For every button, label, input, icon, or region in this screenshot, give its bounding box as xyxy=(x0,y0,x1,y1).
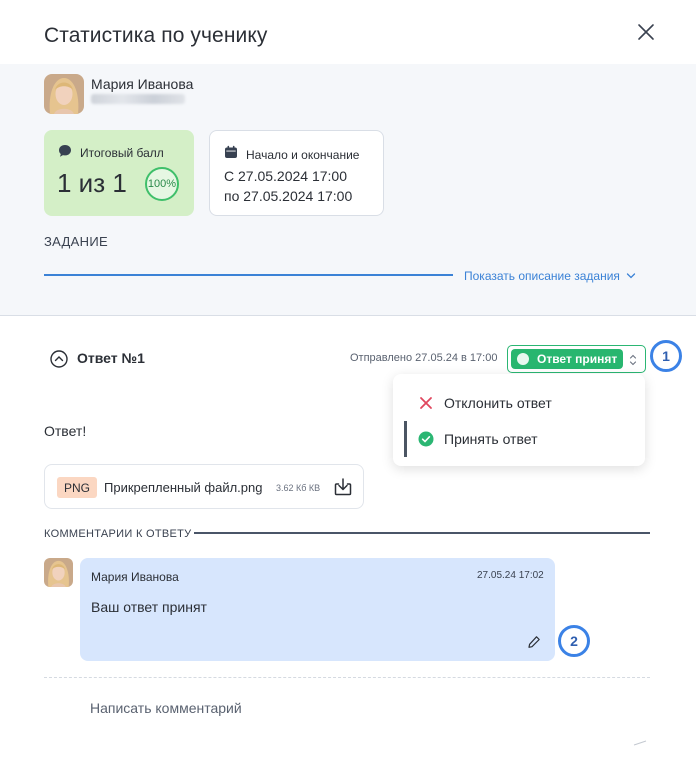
comment-input[interactable] xyxy=(90,693,630,723)
chevron-updown-icon xyxy=(629,354,637,366)
comment-date: 27.05.24 17:02 xyxy=(477,570,544,581)
chevron-up-circle-icon[interactable] xyxy=(50,350,68,368)
comment-avatar xyxy=(44,558,73,587)
show-task-description-link[interactable]: Показать описание задания xyxy=(464,269,636,283)
date-card: Начало и окончание С 27.05.2024 17:00 по… xyxy=(209,130,384,216)
callout-marker-1: 1 xyxy=(650,340,682,372)
menu-item-reject-answer[interactable]: Отклонить ответ xyxy=(393,385,645,421)
chat-bubble-icon xyxy=(59,145,71,157)
answer-status-select[interactable]: Ответ принят xyxy=(507,345,646,373)
answer-sent-at: Отправлено 27.05.24 в 17:00 xyxy=(350,352,498,364)
date-label: Начало и окончание xyxy=(246,148,360,162)
menu-item-accept-answer[interactable]: Принять ответ xyxy=(393,421,645,457)
close-icon[interactable] xyxy=(634,20,658,44)
task-heading: ЗАДАНИЕ xyxy=(44,234,108,249)
comment-text: Ваш ответ принят xyxy=(91,599,207,615)
date-from: С 27.05.2024 17:00 xyxy=(224,168,347,184)
status-dropdown-menu: Отклонить ответ Принять ответ xyxy=(393,374,645,466)
edit-pencil-icon[interactable] xyxy=(527,635,541,649)
student-summary: Мария Иванова Итоговый балл 1 из 1 100% … xyxy=(0,64,696,316)
attachment-card[interactable]: PNG Прикрепленный файл.png 3.62 Кб КВ xyxy=(44,464,364,509)
selected-indicator xyxy=(404,421,407,457)
answer-text: Ответ! xyxy=(44,423,87,439)
avatar xyxy=(44,74,84,114)
resize-handle-icon[interactable] xyxy=(633,740,647,746)
status-dot-icon xyxy=(517,353,529,365)
dialog-title: Статистика по ученику xyxy=(44,24,268,47)
date-to: по 27.05.2024 17:00 xyxy=(224,188,353,204)
comment-bubble: Мария Иванова 27.05.24 17:02 Ваш ответ п… xyxy=(80,558,555,661)
comment-input-separator xyxy=(44,677,650,678)
task-divider xyxy=(44,274,453,276)
comment-author: Мария Иванова xyxy=(91,570,179,584)
status-badge: Ответ принят xyxy=(511,349,623,369)
task-toggle-label: Показать описание задания xyxy=(464,269,620,283)
chevron-down-icon xyxy=(626,273,636,279)
student-email-redacted xyxy=(91,94,185,104)
answer-header: Ответ №1 Отправлено 27.05.24 в 17:00 Отв… xyxy=(44,344,650,373)
menu-item-label: Принять ответ xyxy=(444,431,538,447)
check-circle-icon xyxy=(418,431,434,447)
student-name: Мария Иванова xyxy=(91,76,194,92)
download-icon[interactable] xyxy=(333,477,353,497)
calendar-icon xyxy=(225,145,237,158)
answer-title: Ответ №1 xyxy=(77,350,145,366)
status-label: Ответ принят xyxy=(537,352,618,366)
close-icon xyxy=(420,397,432,409)
comments-heading: КОММЕНТАРИИ К ОТВЕТУ xyxy=(44,528,192,540)
callout-marker-2: 2 xyxy=(558,625,590,657)
comments-divider xyxy=(194,532,650,534)
file-name: Прикрепленный файл.png xyxy=(104,480,263,495)
score-label: Итоговый балл xyxy=(80,146,164,160)
dialog-header: Статистика по ученику xyxy=(0,0,696,64)
score-card: Итоговый балл 1 из 1 100% xyxy=(44,130,194,216)
file-size: 3.62 Кб КВ xyxy=(276,483,321,493)
score-percent-badge: 100% xyxy=(145,167,179,201)
file-type-badge: PNG xyxy=(57,477,97,498)
score-value: 1 из 1 xyxy=(57,168,127,198)
menu-item-label: Отклонить ответ xyxy=(444,395,552,411)
